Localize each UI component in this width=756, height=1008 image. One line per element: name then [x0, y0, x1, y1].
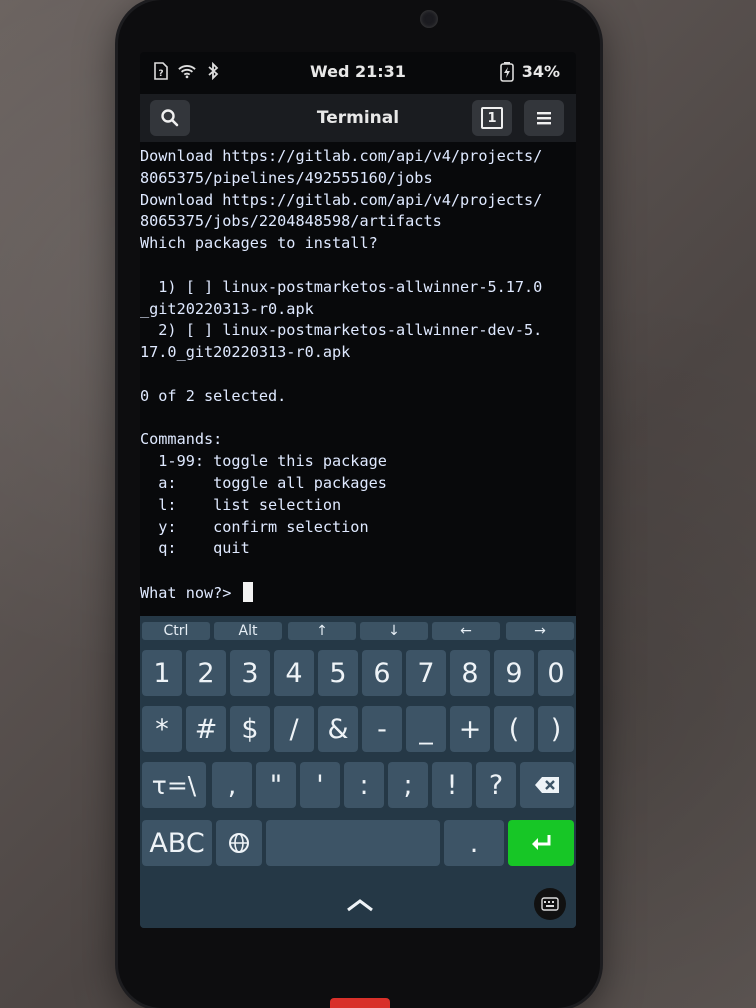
enter-key[interactable]	[508, 820, 574, 866]
terminal-line: l: list selection	[140, 495, 342, 514]
arrow-up-key[interactable]: ↑	[288, 622, 356, 640]
key-semicolon[interactable]: ;	[388, 762, 428, 808]
key-slash[interactable]: /	[274, 706, 314, 752]
language-key[interactable]	[216, 820, 262, 866]
terminal-line: 0 of 2 selected.	[140, 386, 287, 405]
key-hash[interactable]: #	[186, 706, 226, 752]
terminal-line: Download https://gitlab.com/api/v4/proje…	[140, 147, 543, 165]
arrow-down-key[interactable]: ↓	[360, 622, 428, 640]
abc-key[interactable]: ABC	[142, 820, 212, 866]
key-single-quote[interactable]: '	[300, 762, 340, 808]
terminal-line: _git20220313-r0.apk	[140, 299, 314, 318]
key-0[interactable]: 0	[538, 650, 574, 696]
arrow-right-key[interactable]: →	[506, 622, 574, 640]
terminal-line: 2) [ ] linux-postmarketos-allwinner-dev-…	[140, 321, 543, 340]
backspace-icon	[535, 777, 559, 793]
key-9[interactable]: 9	[494, 650, 534, 696]
backspace-key[interactable]	[520, 762, 574, 808]
terminal-line: 17.0_git20220313-r0.apk	[140, 343, 351, 362]
terminal-output[interactable]: Download https://gitlab.com/api/v4/proje…	[140, 146, 576, 616]
key-underscore[interactable]: _	[406, 706, 446, 752]
key-ampersand[interactable]: &	[318, 706, 358, 752]
terminal-line: Which packages to install?	[140, 234, 378, 253]
chevron-up-icon	[347, 899, 373, 912]
battery-percent: 34%	[521, 62, 560, 81]
usb-cable	[330, 998, 390, 1008]
phone-body: ? Wed 21:31 34% Terminal 1 Download http…	[118, 0, 600, 1008]
key-colon[interactable]: :	[344, 762, 384, 808]
terminal-line: Commands:	[140, 430, 223, 449]
terminal-prompt-line[interactable]: What now?>	[140, 581, 576, 604]
key-plus[interactable]: +	[450, 706, 490, 752]
key-minus[interactable]: -	[362, 706, 402, 752]
key-5[interactable]: 5	[318, 650, 358, 696]
battery-icon	[498, 61, 516, 82]
keyboard-switch-button[interactable]	[534, 888, 566, 920]
key-period[interactable]: .	[444, 820, 504, 866]
tabs-button[interactable]: 1	[472, 100, 512, 136]
keyboard-bottom-bar	[140, 882, 576, 928]
key-asterisk[interactable]: *	[142, 706, 182, 752]
key-double-quote[interactable]: "	[256, 762, 296, 808]
enter-icon	[532, 835, 551, 850]
globe-icon	[229, 833, 249, 853]
hide-keyboard-button[interactable]	[340, 892, 380, 918]
alt-key[interactable]: Alt	[214, 622, 282, 640]
key-dollar[interactable]: $	[230, 706, 270, 752]
status-bar: ? Wed 21:31 34%	[140, 52, 576, 92]
terminal-line: y: confirm selection	[140, 517, 369, 536]
terminal-line: 8065375/jobs/2204848598/artifacts	[140, 212, 442, 231]
key-4[interactable]: 4	[274, 650, 314, 696]
key-7[interactable]: 7	[406, 650, 446, 696]
terminal-prompt: What now?>	[140, 583, 241, 602]
key-paren-open[interactable]: (	[494, 706, 534, 752]
terminal-line: Download https://gitlab.com/api/v4/proje…	[140, 190, 543, 209]
modifier-row: Ctrl Alt ↑ ↓ ← →	[140, 620, 576, 642]
key-paren-close[interactable]: )	[538, 706, 574, 752]
key-6[interactable]: 6	[362, 650, 402, 696]
terminal-line: 1) [ ] linux-postmarketos-allwinner-5.17…	[140, 277, 543, 296]
on-screen-keyboard: Ctrl Alt ↑ ↓ ← → 1 2 3 4 5 6 7 8 9 0 * #…	[140, 616, 576, 928]
key-3[interactable]: 3	[230, 650, 270, 696]
key-8[interactable]: 8	[450, 650, 490, 696]
terminal-line: q: quit	[140, 539, 250, 558]
key-2[interactable]: 2	[186, 650, 226, 696]
terminal-line: 1-99: toggle this package	[140, 452, 387, 471]
key-1[interactable]: 1	[142, 650, 182, 696]
tab-count-badge: 1	[481, 107, 503, 129]
key-layer-toggle[interactable]: τ=\	[142, 762, 206, 808]
screen: ? Wed 21:31 34% Terminal 1 Download http…	[140, 52, 576, 928]
ctrl-key[interactable]: Ctrl	[142, 622, 210, 640]
space-key[interactable]	[266, 820, 440, 866]
key-question[interactable]: ?	[476, 762, 516, 808]
front-camera	[420, 10, 438, 28]
key-exclamation[interactable]: !	[432, 762, 472, 808]
status-icons-right: 34%	[498, 61, 560, 82]
terminal-line: 8065375/pipelines/492555160/jobs	[140, 168, 433, 187]
menu-button[interactable]	[524, 100, 564, 136]
terminal-cursor	[242, 581, 253, 602]
hamburger-menu-icon	[537, 112, 551, 125]
terminal-line: a: toggle all packages	[140, 473, 387, 492]
arrow-left-key[interactable]: ←	[432, 622, 500, 640]
keyboard-icon	[541, 897, 559, 911]
key-comma[interactable]: ,	[212, 762, 252, 808]
app-header: Terminal 1	[140, 94, 576, 142]
